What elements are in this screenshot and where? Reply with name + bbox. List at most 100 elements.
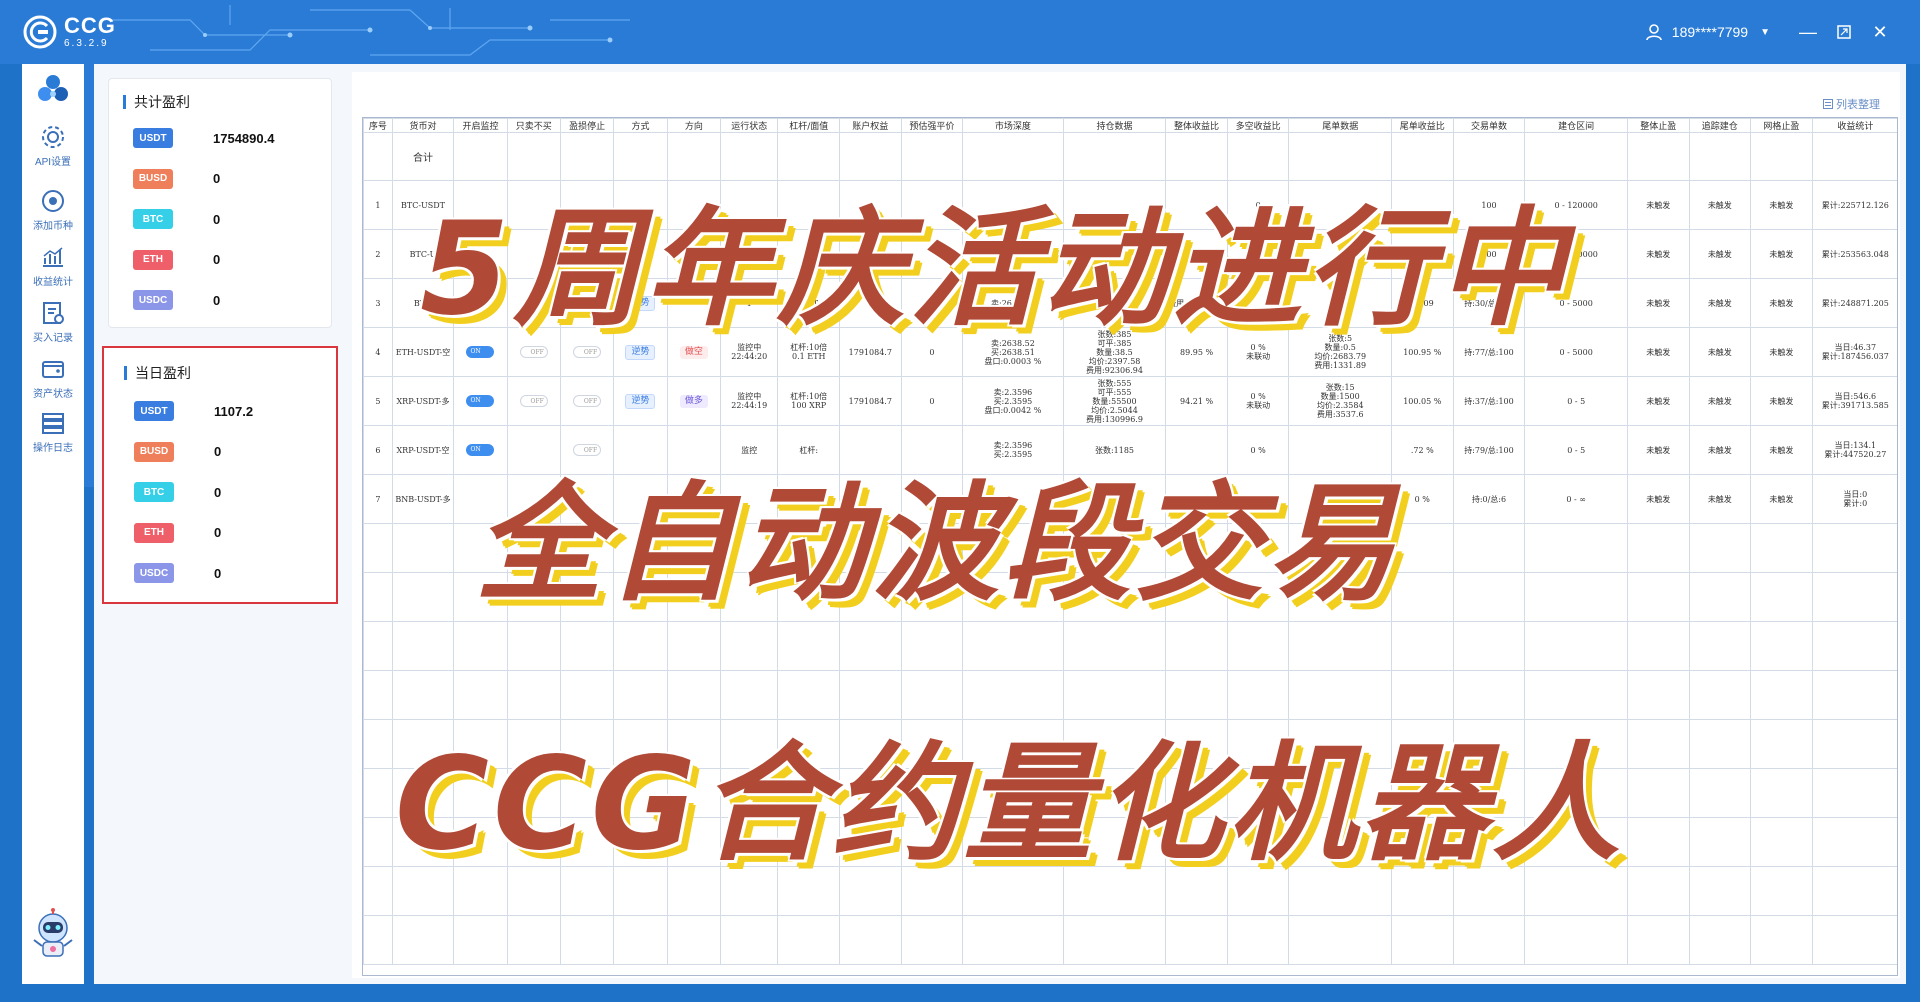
column-header[interactable]: 货币对 bbox=[391, 118, 455, 133]
table-cell bbox=[363, 817, 393, 867]
off-toggle[interactable]: OFF bbox=[519, 395, 548, 407]
off-toggle[interactable]: OFF bbox=[573, 395, 602, 407]
table-cell bbox=[1626, 719, 1690, 769]
table-cell: 5 bbox=[363, 376, 393, 426]
column-header[interactable]: 尾单数据 bbox=[1288, 118, 1392, 133]
user-phone[interactable]: 189****7799 bbox=[1672, 24, 1748, 40]
empty-row bbox=[363, 621, 1897, 671]
column-header[interactable]: 整体收益比 bbox=[1165, 118, 1228, 133]
list-icon bbox=[1823, 99, 1833, 109]
close-button[interactable]: ✕ bbox=[1862, 14, 1898, 50]
column-header[interactable]: 预估强平价 bbox=[900, 118, 964, 133]
profit-value: 0 bbox=[213, 211, 221, 227]
sidebar: API设置 添加币种 收益统计 买入记录 资产状态 操作日志 bbox=[22, 64, 94, 984]
table-row[interactable]: 5 XRP-USDT-多 ON OFF OFF 逆势 做多 监控中 22:44:19 杠杆:10倍… bbox=[363, 376, 1897, 426]
column-header[interactable]: 只卖不买 bbox=[506, 118, 561, 133]
column-header[interactable]: 杠杆/面值 bbox=[777, 118, 841, 133]
table-cell bbox=[1688, 817, 1752, 867]
column-header[interactable]: 追踪建仓 bbox=[1688, 118, 1752, 133]
circuit-decoration bbox=[110, 5, 630, 56]
table-cell bbox=[1524, 572, 1628, 622]
column-header[interactable]: 市场深度 bbox=[962, 118, 1064, 133]
column-header[interactable]: 序号 bbox=[363, 118, 393, 133]
user-menu-caret-icon[interactable]: ▼ bbox=[1760, 27, 1770, 38]
table-cell bbox=[1750, 621, 1813, 671]
profit-row: BUSD 0 bbox=[134, 441, 221, 463]
column-header[interactable]: 持仓数据 bbox=[1062, 118, 1167, 133]
banner-anniversary: 5周年庆活动进行中 bbox=[420, 195, 1570, 344]
sidebar-item-asset-status[interactable]: 资产状态 bbox=[22, 356, 84, 400]
face-value: 100 XRP bbox=[791, 401, 827, 410]
table-cell: 0 - 5 bbox=[1524, 376, 1628, 426]
column-header[interactable]: 方式 bbox=[613, 118, 668, 133]
profit-value: 0 bbox=[214, 484, 222, 500]
table-cell bbox=[453, 915, 508, 965]
profit-panel: 共计盈利 USDT 1754890.4 BUSD 0 BTC 0 ETH 0 USDC 0 当日盈… bbox=[94, 64, 344, 984]
profit-row: USDC 0 bbox=[134, 562, 221, 584]
column-header[interactable]: 尾单收益比 bbox=[1391, 118, 1454, 133]
app-name: CCG bbox=[64, 13, 116, 38]
run-time: 22:44:20 bbox=[731, 352, 768, 361]
table-cell: 累计:253563.048 bbox=[1811, 229, 1897, 279]
column-header[interactable]: 运行状态 bbox=[719, 118, 779, 133]
coin-badge: BTC bbox=[134, 482, 174, 502]
coin-badge: USDT bbox=[133, 128, 173, 148]
sidebar-item-label: 资产状态 bbox=[33, 389, 73, 400]
table-cell bbox=[1452, 572, 1526, 622]
column-header[interactable]: 收益统计 bbox=[1811, 118, 1897, 133]
sidebar-item-operation-log[interactable]: 操作日志 bbox=[22, 410, 84, 454]
maximize-button[interactable] bbox=[1826, 14, 1862, 50]
column-header[interactable]: 账户权益 bbox=[839, 118, 902, 133]
column-header[interactable]: 多空收益比 bbox=[1226, 118, 1290, 133]
sidebar-item-label: 收益统计 bbox=[33, 277, 73, 288]
table-cell bbox=[391, 523, 455, 573]
column-header[interactable]: 建仓区间 bbox=[1524, 118, 1628, 133]
cell-line: 费用:3537.6 bbox=[1316, 410, 1364, 419]
cell-line: 当日:134.1 bbox=[1834, 441, 1877, 450]
sidebar-item-buy-records[interactable]: 买入记录 bbox=[22, 300, 84, 344]
table-cell bbox=[1750, 768, 1813, 818]
sidebar-item-add-coin[interactable]: 添加币种 bbox=[22, 188, 84, 232]
cluster-logo-icon bbox=[38, 75, 68, 101]
table-cell: 未触发 bbox=[1750, 327, 1813, 377]
mode-tag[interactable]: 逆势 bbox=[625, 393, 656, 409]
table-cell bbox=[839, 915, 902, 965]
coin-badge: USDT bbox=[134, 401, 174, 421]
table-cell bbox=[777, 915, 841, 965]
column-header[interactable]: 网格止盈 bbox=[1750, 118, 1813, 133]
column-header[interactable]: 开启监控 bbox=[453, 118, 508, 133]
direction-tag[interactable]: 做多 bbox=[679, 394, 708, 408]
robot-mascot-icon[interactable] bbox=[28, 908, 78, 962]
table-cell: 7 bbox=[363, 474, 393, 524]
cell-line: 张数:15 bbox=[1325, 383, 1355, 392]
table-cell bbox=[1626, 817, 1690, 867]
sidebar-item-api[interactable]: API设置 bbox=[22, 124, 84, 168]
table-cell bbox=[1811, 866, 1897, 916]
table-cell: XRP-USDT-空 bbox=[391, 425, 455, 475]
table-cell: 未触发 bbox=[1750, 278, 1813, 328]
table-cell: 0 - ∞ bbox=[1524, 474, 1628, 524]
column-header[interactable]: 方向 bbox=[666, 118, 722, 133]
profit-value: 0 bbox=[213, 292, 221, 308]
title-bar: CCG 6.3.2.9 189****7799 ▼ — ✕ bbox=[0, 0, 1920, 64]
table-cell: BNB-USDT-多 bbox=[391, 474, 455, 524]
table-cell bbox=[1288, 621, 1392, 671]
column-header[interactable]: 交易单数 bbox=[1452, 118, 1526, 133]
sidebar-item-profit-stats[interactable]: 收益统计 bbox=[22, 244, 84, 288]
table-cell bbox=[1452, 523, 1526, 573]
app-logo: CCG 6.3.2.9 bbox=[22, 14, 116, 50]
minimize-button[interactable]: — bbox=[1790, 14, 1826, 50]
table-cell: 监控中 22:44:19 bbox=[719, 376, 779, 426]
column-header[interactable]: 整体止盈 bbox=[1626, 118, 1690, 133]
table-cell: 逆势 bbox=[613, 376, 668, 426]
cell-line: 当日:546.6 bbox=[1834, 392, 1877, 401]
run-status: 监控中 bbox=[737, 392, 762, 401]
list-sort-button[interactable]: 列表整理 bbox=[1823, 96, 1880, 112]
table-cell: 当日:46.37 累计:187456.037 bbox=[1811, 327, 1897, 377]
table-cell: 1 bbox=[363, 180, 393, 230]
monitor-toggle[interactable]: ON bbox=[466, 395, 495, 407]
table-cell bbox=[613, 915, 668, 965]
table-cell bbox=[719, 915, 779, 965]
column-header[interactable]: 盈损停止 bbox=[559, 118, 615, 133]
coin-badge: ETH bbox=[134, 522, 174, 543]
